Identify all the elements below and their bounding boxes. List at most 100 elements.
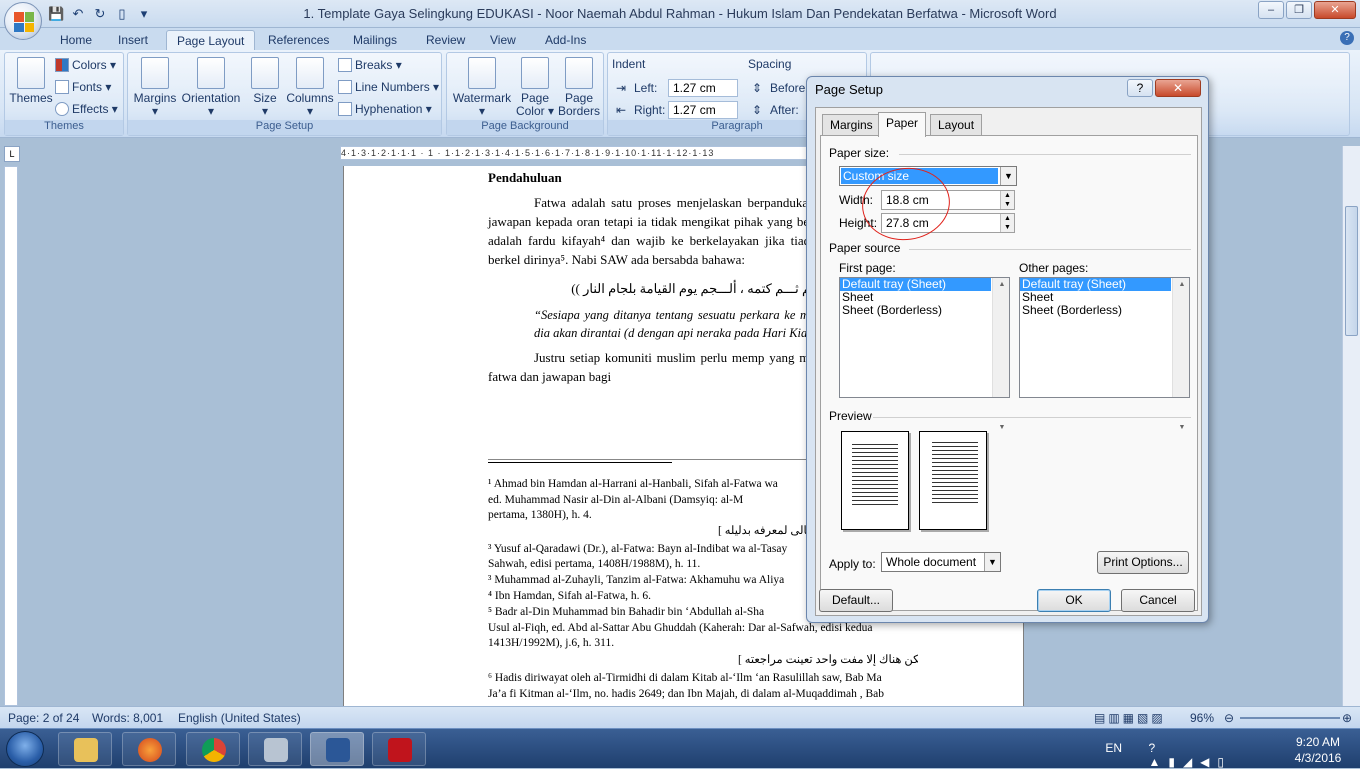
clock-date[interactable]: 4/3/2016	[1288, 751, 1348, 765]
taskbar-word[interactable]	[310, 732, 364, 766]
taskbar-acrobat[interactable]	[372, 732, 426, 766]
taskbar-firefox[interactable]	[122, 732, 176, 766]
chevron-down-icon: ▼	[984, 553, 1000, 571]
tab-selector[interactable]: L	[4, 146, 20, 162]
zoom-out-icon[interactable]: ⊖	[1224, 711, 1234, 725]
close-button[interactable]: ✕	[1314, 1, 1356, 19]
apply-to-select[interactable]: Whole document ▼	[881, 552, 1001, 572]
other-pages-list[interactable]: Default tray (Sheet) Sheet Sheet (Border…	[1019, 277, 1190, 431]
breaks-button[interactable]: Breaks ▾	[338, 55, 402, 75]
paper-source-label: Paper source	[829, 241, 901, 255]
maximize-button[interactable]: ❐	[1286, 1, 1312, 19]
page-color-button[interactable]: Page Color ▾	[515, 57, 555, 118]
tab-insert[interactable]: Insert	[108, 30, 158, 50]
list-scrollbar[interactable]: ▲ ▼	[992, 278, 1009, 431]
view-buttons[interactable]: ▤▥▦▧▨	[1094, 711, 1166, 725]
scrollbar-thumb[interactable]	[1345, 206, 1358, 336]
footnote-arabic: [ إذا لـــم يكن هناك إلا مفت واحد تعينت …	[738, 654, 918, 666]
firefox-icon	[138, 738, 162, 762]
footnote-line: Ja’a fi Kitman al-‘Ilm, no. hadis 2649; …	[488, 688, 885, 700]
colors-icon	[55, 58, 69, 72]
page-setup-group-label: Page Setup	[128, 120, 441, 135]
ok-button[interactable]: OK	[1037, 589, 1111, 612]
list-item[interactable]: Sheet (Borderless)	[1020, 304, 1189, 317]
tab-review[interactable]: Review	[416, 30, 475, 50]
taskbar-chrome[interactable]	[186, 732, 240, 766]
window-title: 1. Template Gaya Selingkung EDUKASI - No…	[303, 6, 1057, 21]
vertical-ruler[interactable]	[4, 166, 18, 706]
title-bar: 💾 ↶ ↻ ▯ ▾ 1. Template Gaya Selingkung ED…	[0, 0, 1360, 28]
office-button[interactable]	[4, 2, 42, 40]
watermark-icon	[468, 57, 496, 89]
minimize-button[interactable]: –	[1258, 1, 1284, 19]
tab-layout[interactable]: Layout	[930, 114, 983, 136]
columns-button[interactable]: Columns ▾	[286, 57, 334, 118]
tab-margins[interactable]: Margins	[822, 114, 881, 136]
word-count[interactable]: Words: 8,001	[92, 711, 163, 725]
watermark-button[interactable]: Watermark ▾	[451, 57, 513, 118]
dialog-help-button[interactable]: ?	[1127, 79, 1153, 97]
indent-left-icon: ⇥	[616, 81, 627, 95]
effects-button[interactable]: Effects ▾	[55, 99, 118, 119]
page-color-icon	[521, 57, 549, 89]
taskbar-calculator[interactable]	[248, 732, 302, 766]
zoom-in-icon[interactable]: ⊕	[1342, 711, 1352, 725]
margins-button[interactable]: Margins ▾	[132, 57, 178, 118]
themes-button[interactable]: Themes	[9, 57, 53, 105]
tab-paper[interactable]: Paper	[878, 112, 927, 137]
list-item[interactable]: Sheet (Borderless)	[840, 304, 1009, 317]
pdf-icon	[388, 738, 412, 762]
divider	[909, 249, 1191, 250]
tab-mailings[interactable]: Mailings	[343, 30, 407, 50]
taskbar-explorer[interactable]	[58, 732, 112, 766]
clock-time[interactable]: 9:20 AM	[1288, 735, 1348, 749]
print-options-button[interactable]: Print Options...	[1097, 551, 1189, 574]
default-button[interactable]: Default...	[819, 589, 893, 612]
zoom-level[interactable]: 96%	[1190, 711, 1214, 725]
footnote-line: Usul al-Fiqh, ed. Abd al-Sattar Abu Ghud…	[488, 622, 873, 634]
spacing-after-label: After:	[770, 103, 799, 117]
preview-page-2	[919, 431, 987, 530]
list-scrollbar[interactable]: ▲ ▼	[1172, 278, 1189, 431]
tab-page-layout[interactable]: Page Layout	[166, 30, 256, 50]
language-indicator[interactable]: English (United States)	[178, 711, 301, 725]
spinner-icon[interactable]: ▲ ▼	[1000, 214, 1014, 232]
hyphenation-button[interactable]: Hyphenation ▾	[338, 99, 432, 119]
size-button[interactable]: Size ▾	[248, 57, 282, 118]
page-borders-button[interactable]: Page Borders	[557, 57, 601, 118]
tray-icons[interactable]: ?▲▮◢◀▯	[1148, 741, 1232, 769]
indent-left-label: Left:	[634, 81, 658, 95]
page-background-group: Watermark ▾ Page Color ▾ Page Borders Page …	[446, 52, 604, 136]
divider	[873, 417, 1191, 418]
tab-view[interactable]: View	[480, 30, 526, 50]
fonts-button[interactable]: Fonts ▾	[55, 77, 111, 97]
tab-references[interactable]: References	[258, 30, 339, 50]
language-indicator-tray[interactable]: EN	[1105, 741, 1122, 755]
horizontal-ruler[interactable]: 4·1·3·1·2·1·1·1 · 1 · 1·1·2·1·3·1·4·1·5·…	[340, 146, 820, 160]
colors-button[interactable]: Colors ▾	[55, 55, 116, 75]
hyphenation-icon	[338, 102, 352, 116]
chevron-down-icon: ▼	[1000, 167, 1016, 185]
orientation-button[interactable]: Orientation ▾	[180, 57, 242, 118]
first-page-list[interactable]: Default tray (Sheet) Sheet Sheet (Border…	[839, 277, 1010, 431]
page-count[interactable]: Page: 2 of 24	[8, 711, 79, 725]
vertical-scrollbar[interactable]	[1342, 146, 1360, 706]
tab-add-ins[interactable]: Add-Ins	[535, 30, 596, 50]
calculator-icon	[264, 738, 288, 762]
effects-icon	[55, 102, 69, 116]
zoom-slider[interactable]	[1240, 717, 1340, 719]
indent-left-input[interactable]: 1.27 cm	[668, 79, 738, 97]
indent-label: Indent	[612, 57, 646, 71]
cancel-button[interactable]: Cancel	[1121, 589, 1195, 612]
line-numbers-button[interactable]: Line Numbers ▾	[338, 77, 439, 97]
spinner-icon[interactable]: ▲ ▼	[1000, 191, 1014, 209]
help-icon[interactable]: ?	[1340, 31, 1354, 45]
divider	[899, 154, 1191, 155]
dialog-close-button[interactable]: ✕	[1155, 79, 1201, 97]
footnote-line: ⁶ Hadis diriwayat oleh al-Tirmidhi di da…	[488, 672, 882, 684]
start-button[interactable]	[6, 731, 44, 767]
tab-home[interactable]: Home	[50, 30, 102, 50]
breaks-icon	[338, 58, 352, 72]
indent-right-input[interactable]: 1.27 cm	[668, 101, 738, 119]
themes-icon	[17, 57, 45, 89]
